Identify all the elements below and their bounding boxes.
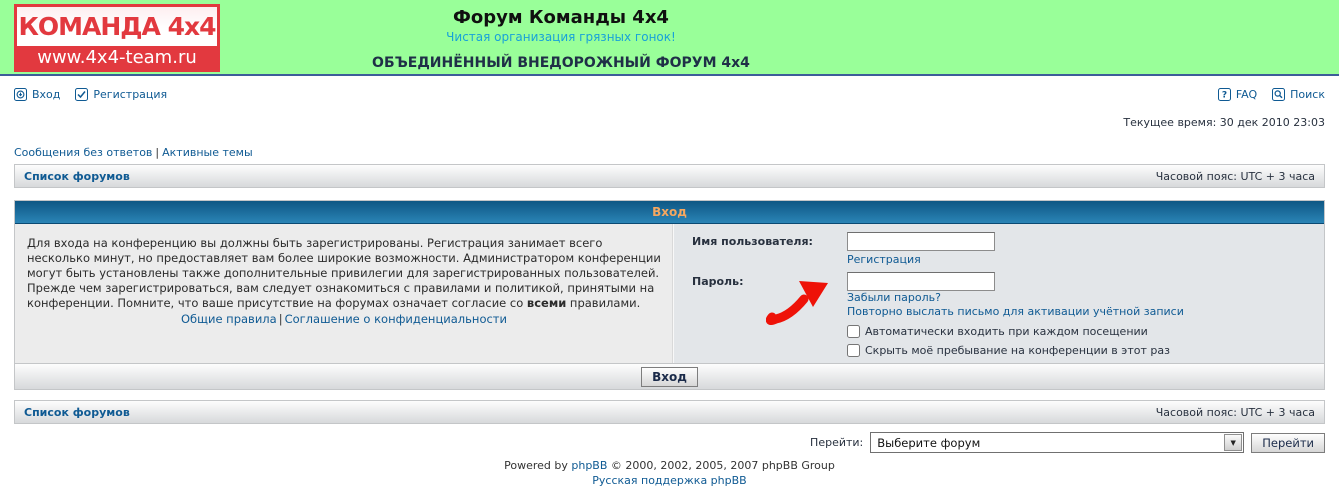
faq-link-label: FAQ (1236, 88, 1257, 101)
autologin-checkbox[interactable] (847, 325, 860, 338)
powered-suffix: © 2000, 2002, 2005, 2007 phpBB Group (607, 459, 834, 472)
username-label: Имя пользователя: (692, 232, 847, 251)
password-input[interactable] (847, 272, 995, 291)
site-title: Форум Команды 4x4 (236, 7, 886, 28)
header-titles: Форум Команды 4x4 Чистая организация гря… (236, 7, 886, 71)
logo-brand-text: КОМАНДА 4x4 (17, 7, 217, 46)
login-link[interactable]: Вход (14, 88, 60, 101)
magnifier-icon (1272, 88, 1285, 101)
register-link-label: Регистрация (93, 88, 167, 101)
login-link-label: Вход (32, 88, 60, 101)
separator: | (155, 146, 159, 159)
hideme-row: Скрыть моё пребывание на конференции в э… (847, 344, 1314, 357)
logo-url-text: www.4x4-team.ru (17, 46, 217, 69)
login-form-column: Имя пользователя: Регистрация Пароль: За… (673, 224, 1324, 363)
svg-text:?: ? (1222, 90, 1227, 100)
russian-support-link[interactable]: Русская поддержка phpBB (592, 474, 746, 487)
login-submit-button[interactable]: Вход (641, 367, 698, 387)
powered-by-line: Powered by phpBB © 2000, 2002, 2005, 200… (0, 458, 1339, 473)
terms-links: Общие правила|Соглашение о конфиденциаль… (27, 312, 661, 327)
powered-prefix: Powered by (504, 459, 571, 472)
timezone-label: Часовой пояс: UTC + 3 часа (1156, 170, 1315, 183)
unanswered-posts-link[interactable]: Сообщения без ответов (14, 146, 152, 159)
top-nav: Вход Регистрация ? FAQ Поиск (14, 86, 1325, 102)
autologin-row: Автоматически входить при каждом посещен… (847, 325, 1314, 338)
jump-label: Перейти: (810, 436, 863, 449)
forgot-password-link[interactable]: Забыли пароль? (847, 291, 941, 304)
phpbb-link[interactable]: phpBB (571, 459, 607, 472)
site-header: КОМАНДА 4x4 www.4x4-team.ru Форум Команд… (0, 0, 1339, 76)
username-input[interactable] (847, 232, 995, 251)
active-topics-link[interactable]: Активные темы (162, 146, 253, 159)
register-link[interactable]: Регистрация (75, 88, 167, 101)
board-index-link[interactable]: Список форумов (24, 406, 130, 419)
login-panel-title: Вход (15, 201, 1324, 224)
search-link[interactable]: Поиск (1272, 88, 1325, 101)
login-submit-row: Вход (15, 363, 1324, 389)
forum-jump-select[interactable]: Выберите форум ▼ (870, 432, 1244, 453)
separator: | (279, 312, 283, 326)
site-subtitle: Чистая организация грязных гонок! (236, 30, 886, 44)
question-mark-icon: ? (1218, 88, 1231, 101)
forum-jump-selected-value: Выберите форум (877, 436, 980, 450)
forum-jump-row: Перейти: Выберите форум ▼ Перейти (14, 432, 1325, 453)
quick-links: Сообщения без ответов|Активные темы (14, 146, 1325, 159)
checkbox-check-icon (75, 88, 88, 101)
site-logo[interactable]: КОМАНДА 4x4 www.4x4-team.ru (14, 4, 220, 72)
board-index-link[interactable]: Список форумов (24, 170, 130, 183)
privacy-link[interactable]: Соглашение о конфиденциальности (285, 312, 507, 326)
site-subtitle-2: ОБЪЕДИНЁННЫЙ ВНЕДОРОЖНЫЙ ФОРУМ 4x4 (236, 55, 886, 71)
chevron-down-icon[interactable]: ▼ (1224, 434, 1242, 451)
faq-link[interactable]: ? FAQ (1218, 88, 1257, 101)
terms-link[interactable]: Общие правила (181, 312, 277, 326)
red-arrow-annotation (766, 271, 832, 325)
board-index-bar-top: Список форумов Часовой пояс: UTC + 3 час… (14, 164, 1325, 188)
login-circle-icon (14, 88, 27, 101)
login-info-text: Для входа на конференцию вы должны быть … (27, 236, 661, 311)
login-info-text-tail: правилами. (566, 296, 640, 310)
login-panel: Вход Для входа на конференцию вы должны … (14, 200, 1325, 390)
autologin-label: Автоматически входить при каждом посещен… (865, 325, 1148, 338)
resend-activation-link[interactable]: Повторно выслать письмо для активации уч… (847, 305, 1184, 318)
search-link-label: Поиск (1290, 88, 1325, 101)
username-row: Имя пользователя: (692, 232, 1314, 251)
current-time: Текущее время: 30 дек 2010 23:03 (14, 116, 1325, 129)
login-info-text-bold: всеми (527, 296, 566, 310)
jump-go-button[interactable]: Перейти (1251, 433, 1325, 453)
timezone-label: Часовой пояс: UTC + 3 часа (1156, 406, 1315, 419)
register-link-inline[interactable]: Регистрация (847, 253, 921, 266)
hideme-label: Скрыть моё пребывание на конференции в э… (865, 344, 1170, 357)
russian-support-line: Русская поддержка phpBB (0, 473, 1339, 488)
login-info-column: Для входа на конференцию вы должны быть … (15, 224, 673, 363)
page-footer: Powered by phpBB © 2000, 2002, 2005, 200… (0, 458, 1339, 488)
hideme-checkbox[interactable] (847, 344, 860, 357)
board-index-bar-bottom: Список форумов Часовой пояс: UTC + 3 час… (14, 400, 1325, 424)
